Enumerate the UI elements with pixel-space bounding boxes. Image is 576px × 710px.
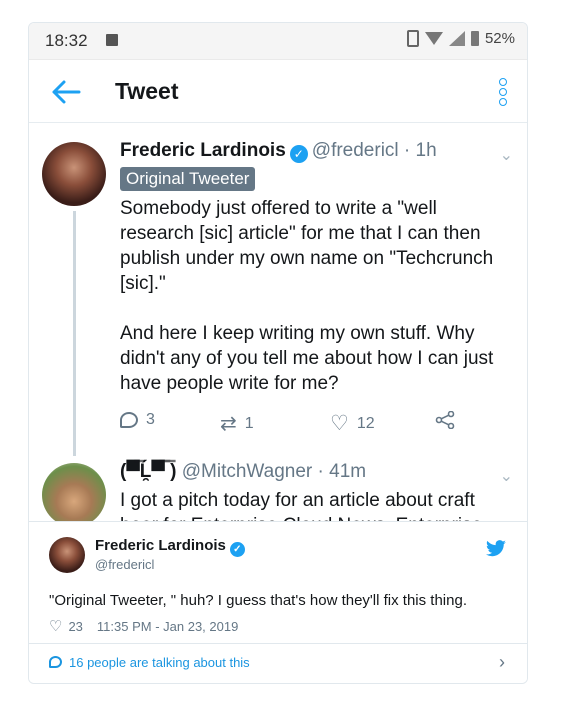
author-handle-time[interactable]: @fredericl · 1h bbox=[312, 140, 437, 161]
card-meta: ♡ 23 11:35 PM - Jan 23, 2019 bbox=[49, 617, 238, 635]
verified-icon: ✓ bbox=[229, 542, 245, 557]
thread-line bbox=[73, 211, 76, 456]
card-author-name: Frederic Lardinois bbox=[95, 537, 226, 554]
author-name[interactable]: Frederic Lardinois bbox=[120, 140, 286, 161]
like-button[interactable]: ♡ 12 bbox=[330, 411, 375, 436]
chevron-down-icon[interactable]: ⌄ bbox=[500, 466, 513, 486]
status-time: 18:32 bbox=[45, 31, 88, 50]
share-button[interactable] bbox=[435, 411, 455, 429]
reply-count: 3 bbox=[146, 411, 155, 428]
battery-percent: 52% bbox=[484, 30, 515, 47]
comment-icon bbox=[49, 656, 62, 668]
status-bar: 18:32 52% bbox=[29, 23, 527, 60]
reply-icon bbox=[120, 412, 138, 428]
reply-author-name[interactable]: (▀̿Ĺ̯▀̿ ̿) bbox=[120, 461, 176, 482]
share-icon bbox=[435, 411, 455, 429]
card-text: "Original Tweeter, " huh? I guess that's… bbox=[49, 592, 467, 609]
more-options-icon[interactable] bbox=[499, 78, 507, 106]
tweet-header: Frederic Lardinois ✓ @fredericl · 1h bbox=[120, 140, 437, 163]
gallery-icon bbox=[106, 34, 118, 46]
talking-link[interactable]: 16 people are talking about this › bbox=[29, 643, 527, 683]
avatar[interactable] bbox=[49, 537, 85, 573]
status-icons: 52% bbox=[406, 30, 515, 47]
card-author[interactable]: Frederic Lardinois ✓ bbox=[95, 537, 245, 557]
reply-text: I got a pitch today for an article about… bbox=[120, 490, 482, 521]
back-arrow-icon[interactable] bbox=[51, 79, 81, 105]
tweet-thread: Frederic Lardinois ✓ @fredericl · 1h ⌄ Ori… bbox=[29, 123, 527, 521]
vibrate-icon bbox=[406, 30, 419, 47]
heart-icon[interactable]: ♡ bbox=[49, 617, 62, 635]
like-count: 12 bbox=[356, 414, 375, 432]
avatar[interactable] bbox=[42, 463, 106, 521]
page-title: Tweet bbox=[115, 78, 179, 104]
original-tweeter-badge: Original Tweeter bbox=[120, 167, 256, 191]
signal-icon bbox=[448, 31, 465, 46]
verified-icon: ✓ bbox=[289, 145, 308, 163]
heart-icon: ♡ bbox=[330, 412, 349, 435]
battery-icon bbox=[470, 31, 479, 46]
reply-handle-time[interactable]: @MitchWagner · 41m bbox=[182, 461, 366, 482]
tweet-actions: 3 ⇄ 1 ♡ 12 bbox=[120, 411, 480, 435]
card-like-count: 23 bbox=[68, 618, 83, 634]
chevron-down-icon[interactable]: ⌄ bbox=[500, 145, 513, 165]
embed-card: Frederic Lardinois ✓ @fredericl "Original… bbox=[29, 521, 527, 642]
app-bar: Tweet bbox=[29, 60, 527, 123]
chevron-right-icon: › bbox=[499, 652, 505, 672]
retweet-count: 1 bbox=[244, 414, 254, 432]
wifi-icon bbox=[424, 32, 443, 45]
reply-header: (▀̿Ĺ̯▀̿ ̿) @MitchWagner · 41m bbox=[120, 461, 366, 483]
retweet-icon: ⇄ bbox=[220, 413, 237, 435]
talking-text: 16 people are talking about this bbox=[69, 655, 250, 670]
retweet-button[interactable]: ⇄ 1 bbox=[220, 411, 254, 436]
card-timestamp[interactable]: 11:35 PM - Jan 23, 2019 bbox=[97, 619, 238, 634]
avatar[interactable] bbox=[42, 142, 106, 206]
twitter-bird-icon[interactable] bbox=[485, 540, 507, 558]
tweet-text: Somebody just offered to write a "well r… bbox=[120, 198, 494, 394]
reply-button[interactable]: 3 bbox=[120, 411, 155, 429]
card-handle[interactable]: @fredericl bbox=[95, 557, 154, 572]
tweet-embed: 18:32 52% Tweet Frederic Lardinois ✓ @fred… bbox=[28, 22, 528, 684]
